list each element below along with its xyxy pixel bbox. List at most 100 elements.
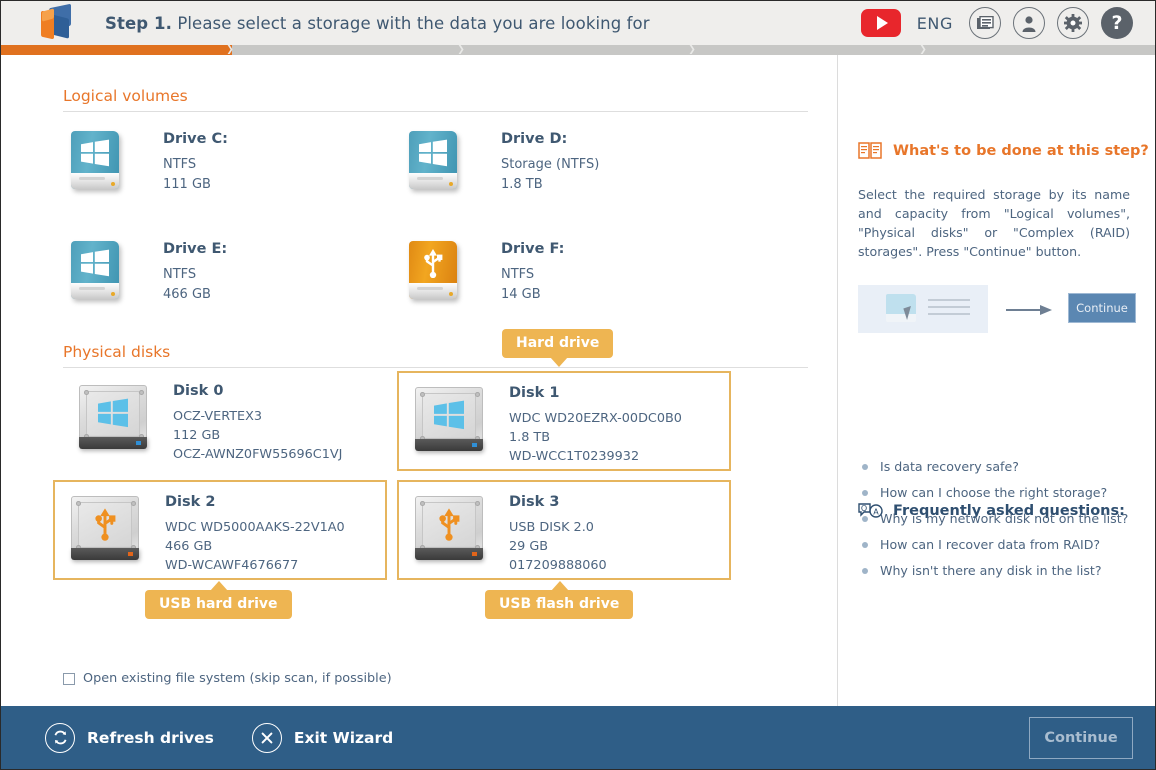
volume-filesystem: NTFS — [163, 267, 197, 282]
step-illustration: Continue — [858, 285, 1136, 343]
volume-filesystem: NTFS — [163, 157, 197, 172]
section-title-logical-volumes: Logical volumes — [63, 87, 188, 105]
open-existing-fs-checkbox-row[interactable]: Open existing file system (skip scan, if… — [63, 671, 392, 686]
disk-name: Disk 2 — [165, 494, 216, 510]
illustration-list-panel — [858, 285, 988, 333]
section-divider — [63, 367, 808, 368]
page-title: Step 1. Please select a storage with the… — [105, 14, 650, 33]
disk-size: 466 GB — [165, 539, 213, 554]
volume-name: Drive E: — [163, 241, 228, 257]
disk-model: USB DISK 2.0 — [509, 520, 594, 535]
disk-serial: 017209888060 — [509, 558, 607, 573]
disk-model: OCZ-VERTEX3 — [173, 409, 263, 424]
volume-item[interactable]: Drive F: NTFS 14 GB — [401, 235, 731, 323]
help-sidebar: What's to be done at this step? Select t… — [837, 55, 1155, 706]
volume-size: 111 GB — [163, 177, 211, 192]
sidebar-help-body: Select the required storage by its name … — [858, 187, 1130, 259]
step-progress-bar: ❯ ❯ ❯ ❯ — [1, 45, 1155, 55]
exit-wizard-label: Exit Wizard — [293, 728, 394, 747]
progress-chevron: ❯ — [688, 45, 696, 55]
app-footer: Refresh drives Exit Wizard Continue — [1, 706, 1155, 769]
callout-usb-hard-drive: USB hard drive — [145, 581, 292, 619]
windows-volume-icon — [401, 125, 467, 197]
news-icon[interactable] — [969, 7, 1001, 39]
disk-model: WDC WD20EZRX-00DC0B0 — [509, 411, 682, 426]
open-existing-fs-label: Open existing file system (skip scan, if… — [83, 671, 392, 686]
disk-item[interactable]: Disk 0 OCZ-VERTEX3 112 GB OCZ-AWNZ0FW556… — [63, 371, 397, 471]
callout-usb-flash-drive: USB flash drive — [485, 581, 634, 619]
usb-volume-icon — [401, 235, 467, 307]
faq-item[interactable]: Is data recovery safe? — [858, 459, 1136, 474]
question-icon[interactable]: ? — [1101, 7, 1133, 39]
volume-item[interactable]: Drive C: NTFS 111 GB — [63, 125, 393, 213]
volume-item[interactable]: Drive D: Storage (NTFS) 1.8 TB — [401, 125, 731, 213]
section-divider — [63, 111, 808, 112]
exit-wizard-button[interactable]: Exit Wizard — [251, 722, 394, 753]
usb-hdd-icon — [67, 490, 145, 568]
continue-button[interactable]: Continue — [1029, 716, 1133, 759]
refresh-drives-label: Refresh drives — [87, 728, 214, 747]
illustration-continue-button: Continue — [1068, 293, 1136, 323]
callout-label: USB hard drive — [159, 596, 278, 612]
language-selector[interactable]: ENG — [913, 14, 957, 33]
sidebar-help-title: What's to be done at this step? — [893, 143, 1149, 159]
illustration-lines — [928, 299, 970, 320]
progress-chevron: ❯ — [226, 45, 234, 55]
book-icon — [858, 141, 882, 164]
progress-fill — [1, 45, 232, 55]
close-icon — [251, 722, 282, 753]
volume-item[interactable]: Drive E: NTFS 466 GB — [63, 235, 393, 323]
progress-chevron: ❯ — [457, 45, 465, 55]
faq-item[interactable]: How can I recover data from RAID? — [858, 537, 1136, 552]
step-text: Please select a storage with the data yo… — [177, 13, 650, 33]
volume-size: 466 GB — [163, 287, 211, 302]
disk-size: 29 GB — [509, 539, 549, 554]
app-logo-icon — [35, 3, 81, 42]
section-title-physical-disks: Physical disks — [63, 343, 171, 361]
callout-label: USB flash drive — [499, 596, 620, 612]
windows-volume-icon — [63, 235, 129, 307]
faq-list: Is data recovery safe? How can I choose … — [858, 459, 1136, 589]
disk-name: Disk 1 — [509, 385, 560, 401]
storage-list-pane: Logical volumes Drive C: NTFS 111 GB Dri… — [1, 55, 837, 706]
disk-item[interactable]: Disk 1 WDC WD20EZRX-00DC0B0 1.8 TB WD-WC… — [397, 371, 731, 471]
disk-model: WDC WD5000AAKS-22V1A0 — [165, 520, 345, 535]
volume-size: 1.8 TB — [501, 177, 543, 192]
disk-serial: OCZ-AWNZ0FW55696C1VJ — [173, 447, 343, 462]
disk-item[interactable]: Disk 2 WDC WD5000AAKS-22V1A0 466 GB WD-W… — [53, 480, 387, 580]
windows-volume-icon — [63, 125, 129, 197]
callout-label: Hard drive — [516, 335, 600, 351]
volume-size: 14 GB — [501, 287, 541, 302]
windows-hdd-icon — [75, 379, 153, 457]
arrow-icon — [1006, 305, 1058, 315]
progress-chevron: ❯ — [919, 45, 927, 55]
usb-hdd-icon — [411, 490, 489, 568]
volume-name: Drive D: — [501, 131, 568, 147]
open-existing-fs-checkbox[interactable] — [63, 672, 75, 685]
disk-name: Disk 3 — [509, 494, 560, 510]
disk-size: 112 GB — [173, 428, 221, 443]
disk-name: Disk 0 — [173, 383, 224, 399]
callout-hard-drive: Hard drive — [502, 329, 614, 367]
volume-name: Drive C: — [163, 131, 228, 147]
main-content: Logical volumes Drive C: NTFS 111 GB Dri… — [1, 55, 1155, 706]
faq-item[interactable]: Why isn't there any disk in the list? — [858, 563, 1136, 578]
disk-serial: WD-WCC1T0239932 — [509, 449, 640, 464]
account-icon[interactable] — [1013, 7, 1045, 39]
faq-item[interactable]: Why is my network disk not on the list? — [858, 511, 1136, 526]
application-window: Step 1. Please select a storage with the… — [0, 0, 1156, 770]
volume-filesystem: Storage (NTFS) — [501, 157, 600, 172]
volume-filesystem: NTFS — [501, 267, 535, 282]
refresh-drives-button[interactable]: Refresh drives — [45, 722, 214, 753]
faq-item[interactable]: How can I choose the right storage? — [858, 485, 1136, 500]
youtube-icon[interactable] — [860, 9, 901, 37]
app-header: Step 1. Please select a storage with the… — [1, 1, 1155, 45]
windows-hdd-icon — [411, 381, 489, 459]
disk-item[interactable]: Disk 3 USB DISK 2.0 29 GB 017209888060 — [397, 480, 731, 580]
step-label: Step 1. — [105, 13, 172, 33]
header-actions: ENG ? — [860, 7, 1133, 39]
gear-icon[interactable] — [1057, 7, 1089, 39]
disk-serial: WD-WCAWF4676677 — [165, 558, 299, 573]
refresh-icon — [45, 722, 75, 753]
volume-name: Drive F: — [501, 241, 565, 257]
